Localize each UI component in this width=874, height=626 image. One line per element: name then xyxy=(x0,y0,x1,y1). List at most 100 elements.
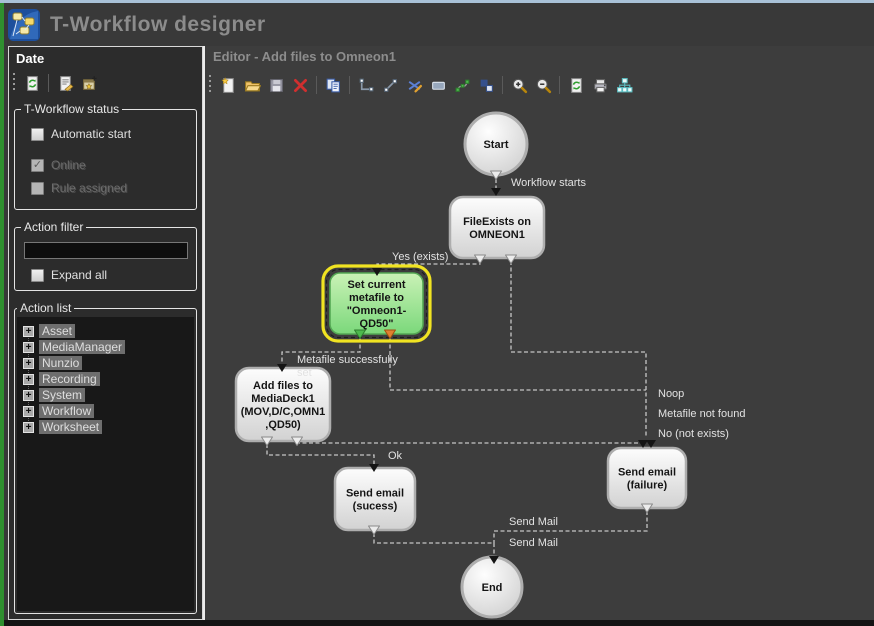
node-send-email-success[interactable]: Send email(sucess) xyxy=(335,468,415,530)
expand-plus-icon[interactable]: + xyxy=(23,342,34,353)
edge-label: Yes (exists) xyxy=(392,251,448,263)
refresh-icon xyxy=(24,75,41,92)
svg-text:(MOV,D/C,OMN1: (MOV,D/C,OMN1 xyxy=(241,406,326,418)
auto-layout-button[interactable] xyxy=(613,74,635,96)
print-icon xyxy=(592,77,609,94)
expand-all-checkbox-box[interactable] xyxy=(31,269,44,282)
edge-label: Workflow starts xyxy=(511,177,586,189)
refresh-page-button[interactable] xyxy=(565,74,587,96)
svg-text:,QD50): ,QD50) xyxy=(265,419,301,431)
polyline-connector-icon xyxy=(358,77,375,94)
line-connector-button[interactable] xyxy=(379,74,401,96)
tree-item-worksheet[interactable]: +Worksheet xyxy=(23,419,194,435)
node-send-email-failure[interactable]: Send email(failure) xyxy=(608,448,686,508)
line-connector-icon xyxy=(382,77,399,94)
node-button[interactable] xyxy=(427,74,449,96)
copy-button[interactable] xyxy=(322,74,344,96)
svg-text:QD50": QD50" xyxy=(360,318,394,330)
expand-plus-icon[interactable]: + xyxy=(23,406,34,417)
svg-text:"Omneon1-: "Omneon1- xyxy=(347,305,407,317)
tree-item-nunzio[interactable]: +Nunzio xyxy=(23,355,194,371)
sidebar-toolbar xyxy=(9,68,202,98)
automatic-start-checkbox[interactable]: Automatic start xyxy=(31,127,190,141)
editor-title: Editor - Add files to Omneon1 xyxy=(205,46,874,70)
add-action-icon xyxy=(81,75,98,92)
node-end[interactable]: End xyxy=(462,557,522,617)
node-start[interactable]: Start xyxy=(465,113,527,175)
expand-plus-icon[interactable]: + xyxy=(23,390,34,401)
curve-connector-button[interactable] xyxy=(451,74,473,96)
expand-plus-icon[interactable]: + xyxy=(23,358,34,369)
expand-all-checkbox[interactable]: Expand all xyxy=(31,268,190,282)
toolbar-separator xyxy=(48,74,49,92)
automatic-start-checkbox-box[interactable] xyxy=(31,128,44,141)
node-set-current-metafile[interactable]: Set currentmetafile to"Omneon1-QD50" xyxy=(323,266,430,341)
delete-button[interactable] xyxy=(289,74,311,96)
zoom-in-button[interactable] xyxy=(508,74,530,96)
copy-icon xyxy=(325,77,342,94)
editor-panel: Editor - Add files to Omneon1 Start FileE… xyxy=(205,46,874,620)
svg-text:(failure): (failure) xyxy=(627,480,668,492)
cut-connector-button[interactable] xyxy=(403,74,425,96)
zoom-out-button[interactable] xyxy=(532,74,554,96)
expand-plus-icon[interactable]: + xyxy=(23,422,34,433)
curve-connector-icon xyxy=(454,77,471,94)
toolbar-grip[interactable] xyxy=(12,73,16,93)
open-button[interactable] xyxy=(241,74,263,96)
zoom-out-icon xyxy=(535,77,552,94)
workflow-canvas[interactable]: Start FileExists onOMNEON1 Set currentmeta… xyxy=(205,100,874,620)
print-button[interactable] xyxy=(589,74,611,96)
svg-text:Add files to: Add files to xyxy=(253,380,313,392)
toolbar-separator xyxy=(502,76,503,94)
toolbar-grip[interactable] xyxy=(208,75,212,95)
svg-text:Set current: Set current xyxy=(347,279,405,291)
tree-item-system[interactable]: +System xyxy=(23,387,194,403)
toolbar-separator xyxy=(349,76,350,94)
polyline-connector-button[interactable] xyxy=(355,74,377,96)
paste-nodes-icon xyxy=(478,77,495,94)
expand-plus-icon[interactable]: + xyxy=(23,326,34,337)
cut-connector-icon xyxy=(406,77,423,94)
save-button[interactable] xyxy=(265,74,287,96)
expand-plus-icon[interactable]: + xyxy=(23,374,34,385)
expand-all-checkbox-label: Expand all xyxy=(51,268,107,282)
rule-assigned-checkbox-label: Rule assigned xyxy=(51,181,127,195)
svg-text:MediaDeck1: MediaDeck1 xyxy=(251,393,315,405)
toolbar-separator xyxy=(559,76,560,94)
edge-addfiles-failure xyxy=(297,443,641,444)
node-add-files[interactable]: Add files toMediaDeck1(MOV,D/C,OMN1,QD50… xyxy=(236,368,330,441)
tree-item-asset[interactable]: +Asset xyxy=(23,323,194,339)
edge-label: Send Mail xyxy=(509,537,558,549)
refresh-page-icon xyxy=(568,77,585,94)
app-title: T-Workflow designer xyxy=(50,13,266,37)
paste-nodes-button[interactable] xyxy=(475,74,497,96)
refresh-button[interactable] xyxy=(21,72,43,94)
sidebar-header: Date xyxy=(9,47,202,68)
edge-label: Metafile successfully xyxy=(297,354,398,366)
svg-text:Send email: Send email xyxy=(346,488,404,500)
edge-label: Send Mail xyxy=(509,516,558,528)
node-icon xyxy=(430,77,447,94)
rule-assigned-checkbox: Rule assigned xyxy=(31,181,190,195)
online-checkbox-box: ✓ xyxy=(31,159,44,172)
action-filter-legend: Action filter xyxy=(21,220,86,234)
svg-text:(sucess): (sucess) xyxy=(353,501,398,513)
new-icon xyxy=(220,77,237,94)
svg-text:FileExists on: FileExists on xyxy=(463,216,531,228)
editor-toolbar xyxy=(205,70,874,100)
add-action-button[interactable] xyxy=(78,72,100,94)
svg-text:Start: Start xyxy=(483,139,508,151)
action-filter-group: Action filter Expand all xyxy=(14,220,197,291)
action-list-group: Action list +Asset+MediaManager+Nunzio+R… xyxy=(14,301,197,614)
properties-button[interactable] xyxy=(54,72,76,94)
zoom-in-icon xyxy=(511,77,528,94)
node-file-exists[interactable]: FileExists onOMNEON1 xyxy=(450,197,544,258)
tree-item-label: Workflow xyxy=(39,404,94,418)
tree-item-recording[interactable]: +Recording xyxy=(23,371,194,387)
action-filter-input[interactable] xyxy=(24,242,188,259)
edge-label: Metafile not found xyxy=(658,408,745,420)
tree-item-workflow[interactable]: + Workflow xyxy=(23,403,194,419)
tree-item-mediamanager[interactable]: +MediaManager xyxy=(23,339,194,355)
save-icon xyxy=(268,77,285,94)
new-button[interactable] xyxy=(217,74,239,96)
